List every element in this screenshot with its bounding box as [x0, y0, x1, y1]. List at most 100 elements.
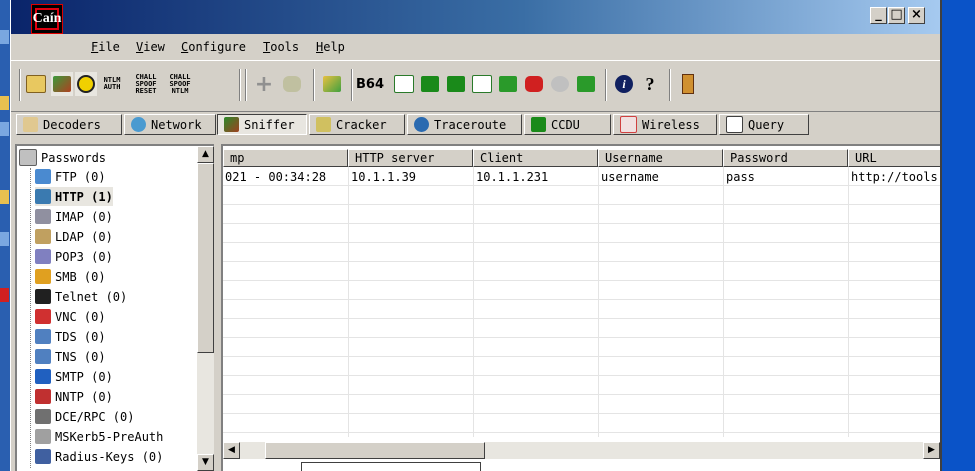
- cain-user-icon[interactable]: [677, 72, 699, 96]
- tree-vertical-scrollbar[interactable]: ▲ ▼: [197, 146, 214, 471]
- column-header-http-server[interactable]: HTTP server: [348, 149, 473, 167]
- tns-icon: [35, 349, 51, 364]
- cert-icon[interactable]: [549, 72, 571, 96]
- table-horizontal-scrollbar[interactable]: ◀ ▶: [223, 442, 940, 459]
- tree-item-tds[interactable]: TDS (0): [35, 327, 106, 346]
- tree-item-label: VNC (0): [55, 309, 106, 324]
- delete-icon[interactable]: [281, 72, 303, 96]
- grid-row-line: [223, 242, 940, 243]
- scroll-down-button[interactable]: ▼: [197, 454, 214, 471]
- desktop-folder-icon[interactable]: [0, 96, 9, 110]
- toolbar-separator: [351, 69, 353, 101]
- scroll-thumb[interactable]: [197, 163, 214, 353]
- tree-item-http[interactable]: HTTP (1): [35, 187, 113, 206]
- tab-sniffer[interactable]: Sniffer: [217, 114, 307, 135]
- desktop-shortcut-icon[interactable]: [0, 122, 9, 136]
- export-icon[interactable]: [321, 72, 343, 96]
- menu-view[interactable]: View: [136, 40, 165, 54]
- scroll-right-button[interactable]: ▶: [923, 442, 940, 459]
- add-icon[interactable]: +: [253, 72, 275, 97]
- tree-item-telnet[interactable]: Telnet (0): [35, 287, 127, 306]
- tree-item-tns[interactable]: TNS (0): [35, 347, 106, 366]
- tab-wireless[interactable]: Wireless: [613, 114, 717, 135]
- vpn-icon[interactable]: [445, 72, 467, 96]
- key-icon[interactable]: [575, 72, 597, 96]
- tree-root-passwords[interactable]: Passwords: [19, 148, 106, 167]
- nntp-icon: [35, 389, 51, 404]
- tree-item-vnc[interactable]: VNC (0): [35, 307, 106, 326]
- column-header-username[interactable]: Username: [598, 149, 723, 167]
- grid-row-line: [223, 375, 940, 376]
- query-icon: [726, 116, 743, 133]
- close-button[interactable]: ×: [908, 7, 925, 24]
- dcerpc-icon: [35, 409, 51, 424]
- tree-item-imap[interactable]: IMAP (0): [35, 207, 113, 226]
- tree-item-nntp[interactable]: NNTP (0): [35, 387, 113, 406]
- grid-row-line: [223, 185, 940, 186]
- tab-cracker[interactable]: Cracker: [309, 114, 405, 135]
- tree-item-dcerpc[interactable]: DCE/RPC (0): [35, 407, 134, 426]
- scroll-thumb[interactable]: [265, 442, 485, 459]
- tab-strip: Decoders Network Sniffer Cracker Tracero…: [11, 112, 940, 137]
- column-header-client[interactable]: Client: [473, 149, 598, 167]
- tab-decoders[interactable]: Decoders: [16, 114, 122, 135]
- tree-item-label: Radius-Keys (0): [55, 449, 164, 464]
- desktop-folder-icon[interactable]: [0, 190, 9, 204]
- toolbar-separator: [239, 69, 241, 101]
- tab-ccdu[interactable]: CCDU: [524, 114, 611, 135]
- column-header-timestamp[interactable]: mp: [223, 149, 348, 167]
- menu-bar: File View Configure Tools Help: [11, 36, 940, 58]
- column-header-url[interactable]: URL: [848, 149, 940, 167]
- tab-traceroute[interactable]: Traceroute: [407, 114, 522, 135]
- cain-logo-icon[interactable]: Caín: [31, 4, 63, 34]
- desktop-shortcut-icon[interactable]: [0, 232, 9, 246]
- scroll-up-button[interactable]: ▲: [197, 146, 214, 163]
- desktop-cain-icon[interactable]: [0, 288, 9, 302]
- tab-query[interactable]: Query: [719, 114, 809, 135]
- http-icon: [35, 189, 51, 204]
- grid-row-line: [223, 356, 940, 357]
- tree-item-radius[interactable]: Radius-Keys (0): [35, 447, 163, 466]
- lzh-icon[interactable]: [419, 72, 441, 96]
- sniffer-icon[interactable]: [51, 72, 73, 96]
- cisco-icon[interactable]: [471, 72, 493, 96]
- open-icon[interactable]: [25, 72, 47, 96]
- desktop-strip: [0, 0, 10, 471]
- menu-tools[interactable]: Tools: [263, 40, 299, 54]
- maximize-button[interactable]: □: [888, 7, 905, 24]
- rdp-icon[interactable]: [523, 72, 545, 96]
- hash-icon[interactable]: [497, 72, 519, 96]
- ccdu-icon: [531, 117, 546, 132]
- toolbar-separator: [669, 69, 671, 101]
- menu-file[interactable]: File: [91, 40, 120, 54]
- route-icon[interactable]: [393, 72, 415, 96]
- tree-item-smb[interactable]: SMB (0): [35, 267, 106, 286]
- scroll-left-button[interactable]: ◀: [223, 442, 240, 459]
- tree-item-mskerb5[interactable]: MSKerb5-PreAuth: [35, 427, 163, 446]
- tree-item-ftp[interactable]: FTP (0): [35, 167, 106, 186]
- chall-spoof-ntlm-icon[interactable]: CHALL SPOOF NTLM: [169, 72, 191, 96]
- desktop-shortcut-icon[interactable]: [0, 30, 9, 44]
- tree-item-pop3[interactable]: POP3 (0): [35, 247, 113, 266]
- poison-icon[interactable]: [75, 72, 97, 96]
- help-icon[interactable]: ?: [639, 72, 661, 96]
- sniffer-tab-icon: [224, 117, 239, 132]
- mskerb5-icon: [35, 429, 51, 444]
- minimize-button[interactable]: _: [870, 7, 887, 24]
- chall-spoof-reset-icon[interactable]: CHALL SPOOF RESET: [135, 72, 157, 96]
- title-bar[interactable]: Caín _ □ ×: [11, 0, 940, 34]
- column-header-password[interactable]: Password: [723, 149, 848, 167]
- vnc-icon: [35, 309, 51, 324]
- tree-item-ldap[interactable]: LDAP (0): [35, 227, 113, 246]
- imap-icon: [35, 209, 51, 224]
- tab-network[interactable]: Network: [124, 114, 216, 135]
- grid-row-line: [223, 280, 940, 281]
- menu-configure[interactable]: Configure: [181, 40, 246, 54]
- grid-row-line: [223, 432, 940, 433]
- ntlm-auth-icon[interactable]: NTLM AUTH: [101, 72, 123, 96]
- menu-help[interactable]: Help: [316, 40, 345, 54]
- tree-item-smtp[interactable]: SMTP (0): [35, 367, 113, 386]
- info-icon[interactable]: i: [613, 72, 635, 96]
- tree-item-label: DCE/RPC (0): [55, 409, 135, 424]
- base64-icon[interactable]: B64: [356, 72, 384, 96]
